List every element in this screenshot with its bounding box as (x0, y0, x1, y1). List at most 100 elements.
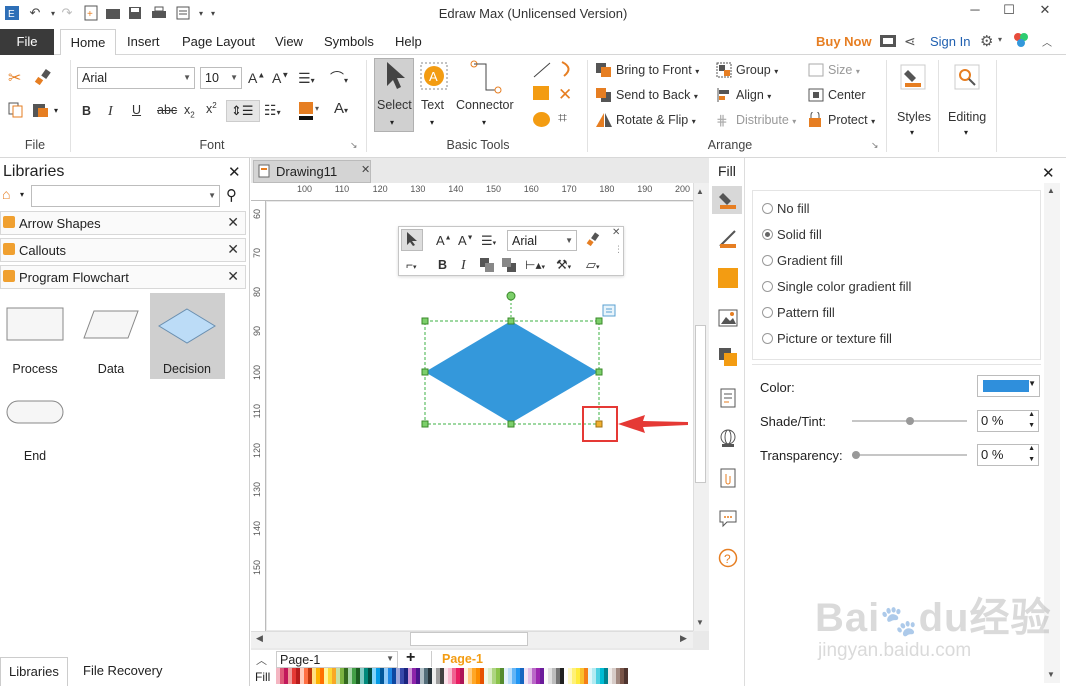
close-document-icon[interactable]: ✕ (361, 163, 370, 176)
group-button[interactable]: Group ▾ (736, 63, 778, 77)
center-icon[interactable] (808, 88, 824, 105)
fill-option-radio[interactable] (762, 229, 773, 240)
italic-icon[interactable]: I (108, 104, 113, 120)
attachment-icon[interactable] (718, 468, 738, 488)
file-menu-button[interactable]: File (0, 29, 54, 55)
fill-option-radio[interactable] (762, 255, 773, 266)
tab-page-layout[interactable]: Page Layout (182, 34, 255, 49)
styles-icon[interactable] (900, 64, 926, 93)
decision-diamond-shape[interactable] (425, 321, 598, 423)
float-bring-front-icon[interactable] (479, 257, 495, 276)
size-icon[interactable] (808, 63, 824, 80)
open-file-icon[interactable] (104, 4, 122, 22)
close-section-icon[interactable]: ✕ (227, 214, 239, 231)
scroll-down-icon[interactable]: ▼ (696, 618, 704, 627)
shape-process[interactable] (6, 306, 64, 345)
add-page-icon[interactable]: + (406, 649, 415, 667)
library-section-program-flowchart[interactable]: Program Flowchart ✕ (0, 265, 246, 289)
editing-icon[interactable] (954, 64, 980, 93)
text-highlight-icon[interactable]: ▾ (298, 101, 320, 124)
fill-option-radio[interactable] (762, 281, 773, 292)
paste-icon[interactable] (32, 102, 50, 121)
line-spacing-curve-icon[interactable]: ⌒▾ (330, 68, 348, 88)
settings-gear-icon[interactable]: ⚙ (980, 32, 993, 50)
subscript-icon[interactable]: x2 (184, 103, 195, 120)
text-tool-label[interactable]: Text (421, 98, 444, 112)
line-spacing-button[interactable]: ⇕☰ (226, 100, 260, 122)
shape-decision[interactable] (158, 308, 216, 347)
font-color-icon[interactable]: A▾ (334, 100, 348, 117)
image-icon[interactable] (718, 308, 738, 328)
float-connector-icon[interactable]: ⌐▾ (406, 258, 417, 272)
float-align-icon[interactable]: ☰▾ (481, 233, 496, 249)
close-section-icon[interactable]: ✕ (227, 268, 239, 285)
shape-end[interactable] (6, 400, 64, 427)
scroll-up-icon[interactable]: ▲ (1047, 186, 1055, 195)
close-fill-panel-icon[interactable]: ✕ (1042, 164, 1055, 182)
send-to-back-icon[interactable] (595, 87, 613, 106)
rotate-flip-button[interactable]: Rotate & Flip ▾ (616, 113, 696, 127)
float-shrink-font-icon[interactable]: A▼ (458, 233, 474, 248)
shade-tint-slider-knob[interactable] (905, 417, 914, 425)
fill-option-label[interactable]: Pattern fill (777, 305, 835, 320)
float-tools-icon[interactable]: ⚒▾ (556, 257, 571, 273)
tab-symbols[interactable]: Symbols (324, 34, 374, 49)
copy-icon[interactable] (8, 102, 24, 121)
grow-font-icon[interactable]: A▲ (248, 70, 265, 86)
rotate-flip-icon[interactable] (595, 112, 613, 131)
float-close-icon[interactable]: ✕ (612, 227, 620, 238)
cart-icon[interactable] (879, 33, 897, 52)
group-icon[interactable] (716, 62, 732, 81)
bring-to-front-icon[interactable] (595, 62, 613, 81)
align-button[interactable]: Align ▾ (736, 88, 771, 102)
size-button[interactable]: Size ▾ (828, 63, 860, 77)
tab-insert[interactable]: Insert (127, 34, 160, 49)
undo-icon[interactable]: ↶ (26, 4, 44, 22)
fill-option-label[interactable]: Picture or texture fill (777, 331, 892, 346)
spinner-arrows-icon[interactable]: ▲ ▼ (1028, 409, 1035, 431)
styles-dropdown-icon[interactable]: ▾ (910, 128, 914, 137)
font-size-select[interactable]: 10 ▼ (200, 67, 242, 89)
horizontal-scroll-thumb[interactable] (410, 632, 528, 646)
distribute-button[interactable]: Distribute ▾ (736, 113, 796, 127)
resize-handle[interactable] (421, 420, 429, 428)
file-recovery-tab[interactable]: File Recovery (83, 663, 162, 678)
bring-to-front-button[interactable]: Bring to Front ▾ (616, 63, 699, 77)
styles-label[interactable]: Styles (897, 110, 931, 124)
fill-option-label[interactable]: Solid fill (777, 227, 822, 242)
print-icon[interactable] (150, 4, 168, 22)
maximize-icon[interactable]: ☐ (994, 2, 1024, 22)
scroll-right-icon[interactable]: ▶ (680, 633, 687, 644)
control-point-handle[interactable] (595, 420, 603, 428)
resize-handle[interactable] (507, 420, 515, 428)
align-icon[interactable] (716, 87, 732, 106)
paste-dropdown-icon[interactable]: ▾ (54, 106, 58, 115)
resize-handle[interactable] (595, 368, 603, 376)
transparency-slider-knob[interactable] (852, 451, 860, 459)
float-grow-font-icon[interactable]: A▲ (436, 233, 452, 248)
fill-option-label[interactable]: Single color gradient fill (777, 279, 911, 294)
page-select[interactable]: Page-1 ▼ (276, 651, 398, 668)
bold-icon[interactable]: B (82, 104, 91, 118)
scroll-down-icon[interactable]: ▼ (1047, 670, 1055, 679)
resize-handle[interactable] (507, 317, 515, 325)
strikethrough-icon[interactable]: abc (157, 103, 177, 117)
float-style-icon[interactable]: ▱▾ (586, 257, 600, 273)
crop-tool-icon[interactable]: ⌗ (558, 110, 567, 128)
new-file-icon[interactable]: + (82, 4, 100, 22)
resize-handle[interactable] (421, 317, 429, 325)
float-drag-handle[interactable]: ⋮ (614, 244, 623, 255)
transparency-input[interactable]: 0 % ▲ ▼ (977, 444, 1039, 466)
ellipse-tool-icon[interactable] (533, 112, 550, 127)
shrink-font-icon[interactable]: A▼ (272, 70, 289, 86)
redo-icon[interactable]: ↷ (58, 4, 76, 22)
tab-home[interactable]: Home (60, 29, 116, 56)
close-window-icon[interactable]: ✕ (1030, 2, 1060, 22)
palette-swatch[interactable] (624, 668, 628, 684)
shape-data[interactable] (82, 310, 140, 343)
page-tab-active[interactable]: Page-1 (442, 652, 483, 666)
text-tool-icon[interactable]: A (420, 62, 448, 93)
collapse-ribbon-icon[interactable]: ︿ (1042, 34, 1052, 49)
fill-option-label[interactable]: No fill (777, 201, 810, 216)
transparency-slider[interactable] (852, 454, 967, 456)
